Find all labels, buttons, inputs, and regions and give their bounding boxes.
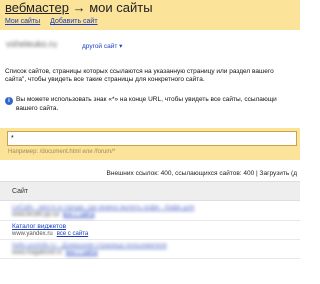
page-title: вебмастер → мои сайты bbox=[5, 1, 153, 15]
stats-line: Внешних ссылок: 400, ссылающихся сайтов:… bbox=[106, 170, 297, 177]
table-row: LeCafe - место в городе, где можно выпит… bbox=[0, 202, 300, 221]
info-icon: i bbox=[5, 97, 13, 105]
row-url-text: www.lecafe.pp.ua bbox=[12, 212, 60, 218]
column-site: Сайт bbox=[12, 188, 29, 195]
title-text: мои сайты bbox=[89, 0, 153, 15]
row-anchor-link[interactable]: hello.yoolofe.ru - Домашняя страница пол… bbox=[12, 242, 300, 250]
tip-line-1: Вы можете использовать знак «*» на конце… bbox=[16, 96, 277, 103]
table-header: Сайт bbox=[0, 181, 300, 201]
row-all-from-site-link[interactable]: все с сайта bbox=[63, 212, 95, 218]
row-anchor-link[interactable]: Каталог виджетов bbox=[12, 223, 300, 231]
row-all-from-site-link[interactable]: все с сайта bbox=[57, 231, 89, 237]
row-all-from-site-link[interactable]: все с сайта bbox=[66, 250, 98, 256]
title-link-webmaster[interactable]: вебмастер bbox=[5, 0, 69, 15]
row-url-text: www.magalisvet.ru bbox=[12, 250, 63, 256]
sites-table: LeCafe - место в городе, где можно выпит… bbox=[0, 202, 300, 259]
current-site-name: vsheleuko.ru bbox=[6, 39, 58, 49]
tip-line-2: вашего сайта. bbox=[16, 105, 59, 112]
row-url-text: www.yandex.ru bbox=[12, 231, 53, 237]
my-sites-link[interactable]: Мои сайты bbox=[5, 18, 40, 25]
add-site-link[interactable]: Добавить сайт bbox=[50, 18, 97, 25]
table-row: hello.yoolofe.ru - Домашняя страница пол… bbox=[0, 240, 300, 259]
description-line-1: Список сайтов, страницы которых ссылаютс… bbox=[5, 68, 274, 75]
page-description: Список сайтов, страницы которых ссылаютс… bbox=[5, 68, 297, 84]
row-anchor-link[interactable]: LeCafe - место в городе, где можно выпит… bbox=[12, 204, 300, 212]
title-arrow: → bbox=[72, 0, 86, 15]
tip-block: i Вы можете использовать знак «*» на конц… bbox=[5, 96, 297, 113]
header-nav: Мои сайты Добавить сайт bbox=[5, 17, 106, 26]
other-site-dropdown[interactable]: другой сайт ▾ bbox=[82, 42, 122, 50]
row-url: www.magalisvet.ru все с сайта bbox=[12, 250, 300, 257]
url-filter-input[interactable] bbox=[7, 131, 297, 146]
row-url: www.yandex.ru все с сайта bbox=[12, 231, 300, 238]
filter-panel: Например: /document.html или /forum/* bbox=[0, 128, 300, 160]
filter-hint: Например: /document.html или /forum/* bbox=[8, 149, 116, 155]
header-band: вебмастер → мои сайты Мои сайты Добавить… bbox=[0, 0, 300, 30]
row-url: www.lecafe.pp.ua все с сайта bbox=[12, 212, 300, 219]
table-row: Каталог виджетов www.yandex.ru все с сайт… bbox=[0, 221, 300, 240]
description-line-2: сайта", чтобы увидеть все такие страницы… bbox=[5, 76, 205, 83]
